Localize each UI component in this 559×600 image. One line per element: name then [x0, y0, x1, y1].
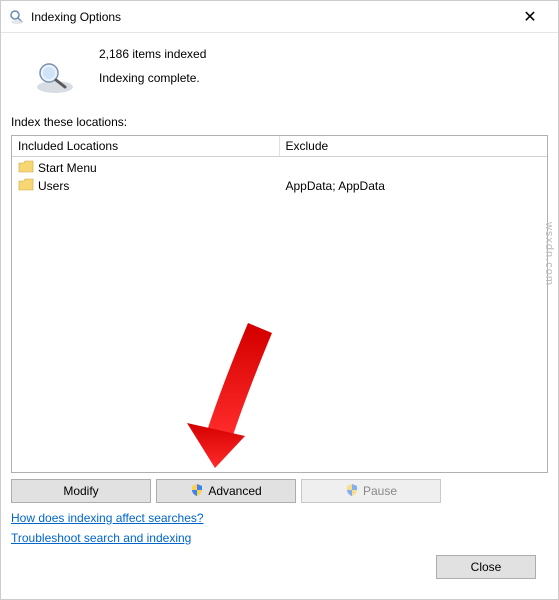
button-label: Close [471, 560, 502, 574]
list-item[interactable]: Users [16, 177, 276, 195]
advanced-button[interactable]: Advanced [156, 479, 296, 503]
folder-icon [18, 178, 34, 195]
window-title: Indexing Options [31, 10, 510, 24]
list-item[interactable] [284, 159, 544, 177]
close-icon: ✕ [523, 7, 536, 27]
window-close-button[interactable]: ✕ [510, 1, 550, 33]
location-name: Users [38, 179, 69, 193]
footer: Close [11, 545, 548, 591]
list-item[interactable]: Start Menu [16, 159, 276, 177]
button-label: Advanced [208, 484, 261, 498]
troubleshoot-link[interactable]: Troubleshoot search and indexing [11, 531, 191, 545]
action-button-row: Modify Advanced [11, 479, 548, 503]
indexing-options-window: Indexing Options ✕ 2,186 items indexed I… [0, 0, 559, 600]
close-button[interactable]: Close [436, 555, 536, 579]
button-label: Pause [363, 484, 397, 498]
button-label: Modify [63, 484, 98, 498]
folder-icon [18, 160, 34, 177]
indexing-icon [9, 9, 25, 25]
included-column-body: Start Menu Users [12, 157, 280, 472]
indexing-status-text: Indexing complete. [99, 71, 206, 85]
content-area: 2,186 items indexed Indexing complete. I… [1, 33, 558, 599]
exclude-value: AppData; AppData [286, 179, 385, 193]
help-links: How does indexing affect searches? Troub… [11, 511, 548, 545]
watermark: wsxdn.com [543, 222, 555, 286]
titlebar: Indexing Options ✕ [1, 1, 558, 33]
items-indexed-count: 2,186 items indexed [99, 47, 206, 61]
status-row: 2,186 items indexed Indexing complete. [11, 41, 548, 111]
exclude-column-body: AppData; AppData [280, 157, 548, 472]
how-indexing-link[interactable]: How does indexing affect searches? [11, 511, 204, 525]
column-header-exclude[interactable]: Exclude [280, 136, 548, 156]
status-magnifier-icon [31, 45, 79, 95]
shield-icon [345, 483, 359, 500]
location-name: Start Menu [38, 161, 97, 175]
shield-icon [190, 483, 204, 500]
modify-button[interactable]: Modify [11, 479, 151, 503]
list-item[interactable]: AppData; AppData [284, 177, 544, 195]
locations-listbox[interactable]: Included Locations Exclude Start Menu [11, 135, 548, 473]
pause-button: Pause [301, 479, 441, 503]
locations-header: Included Locations Exclude [12, 136, 547, 157]
locations-section-label: Index these locations: [11, 115, 548, 129]
column-header-included[interactable]: Included Locations [12, 136, 280, 156]
